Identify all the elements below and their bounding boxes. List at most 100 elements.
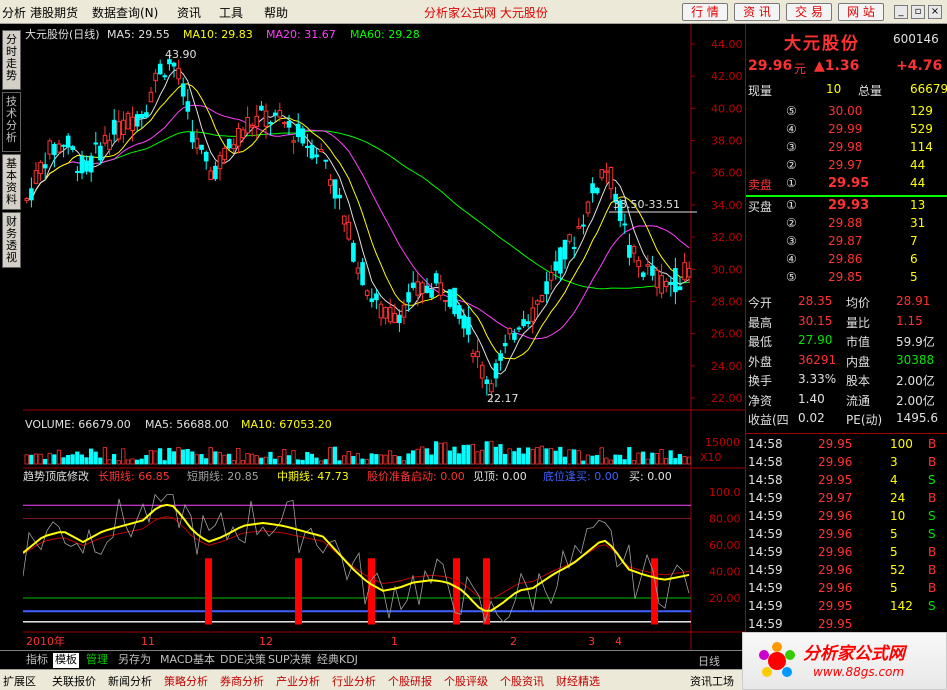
volume-bar bbox=[470, 443, 476, 465]
tab-kdj[interactable]: 经典KDJ bbox=[315, 653, 360, 668]
volume-bar bbox=[121, 448, 126, 465]
tab-macd[interactable]: MACD基本 bbox=[158, 653, 217, 668]
tab-indicator[interactable]: 指标 bbox=[24, 653, 50, 668]
tab-financial[interactable]: 财务透视 bbox=[2, 212, 21, 268]
status-tab-6[interactable]: 行业分析 bbox=[332, 673, 376, 689]
volume-bar bbox=[392, 455, 397, 465]
volume-bar bbox=[217, 452, 222, 465]
quotes-button[interactable]: 行 情 bbox=[682, 3, 728, 21]
menu-analysis[interactable]: 分析 bbox=[2, 4, 26, 21]
tab-manage[interactable]: 管理 bbox=[84, 653, 110, 668]
volume-ma10: MA10: 67053.20 bbox=[241, 418, 332, 431]
bid-level: ③ bbox=[786, 234, 797, 248]
menu-info[interactable]: 资讯 bbox=[177, 4, 201, 21]
volume-bar bbox=[539, 445, 545, 465]
trade-button[interactable]: 交 易 bbox=[786, 3, 832, 21]
news-button[interactable]: 资 讯 bbox=[734, 3, 780, 21]
tick-time: 14:59 bbox=[748, 490, 783, 505]
tick-price: 29.97 bbox=[818, 490, 853, 505]
menu-bar: 分析 港股期货 数据查询(N) 资讯 工具 帮助 分析家公式网 大元股份 行 情… bbox=[0, 0, 947, 24]
status-tab-7[interactable]: 个股研报 bbox=[388, 673, 432, 689]
kline-chart[interactable]: 大元股份(日线) MA5: 29.55 MA10: 29.83 MA20: 31… bbox=[23, 24, 745, 650]
restore-icon[interactable]: ▫ bbox=[911, 5, 925, 19]
tab-sup[interactable]: SUP决策 bbox=[266, 653, 314, 668]
volume-bar bbox=[38, 453, 43, 465]
volume-bar bbox=[595, 455, 600, 465]
tick-volume: 100 bbox=[890, 436, 913, 451]
status-tab-1[interactable]: 关联报价 bbox=[52, 673, 96, 689]
candle-body bbox=[222, 147, 227, 161]
stat-value: 1495.6 bbox=[896, 411, 938, 425]
candle-body bbox=[249, 124, 255, 128]
candle-body bbox=[309, 144, 315, 159]
status-tab-0[interactable]: 扩展区 bbox=[3, 673, 36, 689]
tab-template[interactable]: 模板 bbox=[53, 653, 79, 668]
close-icon[interactable]: × bbox=[928, 5, 942, 19]
volume-bar bbox=[157, 448, 163, 465]
stat-value: 28.35 bbox=[798, 294, 833, 308]
price-axis-label: 40.00 bbox=[711, 102, 743, 115]
volume-bar bbox=[213, 451, 218, 465]
candle-body bbox=[351, 242, 356, 262]
price-axis-label: 44.00 bbox=[711, 38, 743, 51]
candle-body bbox=[277, 110, 283, 118]
price-axis-label: 36.00 bbox=[711, 167, 743, 180]
tab-intraday[interactable]: 分时走势 bbox=[2, 30, 21, 90]
period-label[interactable]: 日线 bbox=[698, 653, 720, 669]
volume-bar bbox=[433, 441, 439, 465]
candle-body bbox=[272, 112, 278, 116]
minimize-icon[interactable]: _ bbox=[894, 5, 908, 19]
volume-bar bbox=[456, 453, 462, 465]
website-button[interactable]: 网 站 bbox=[838, 3, 884, 21]
tick-side: B bbox=[928, 580, 937, 595]
candle-body bbox=[88, 155, 94, 173]
candle-body bbox=[369, 298, 375, 302]
menu-hk-futures[interactable]: 港股期货 bbox=[30, 4, 78, 21]
volume-bar bbox=[604, 457, 609, 465]
status-tab-3[interactable]: 策略分析 bbox=[164, 673, 208, 689]
candle-body bbox=[47, 140, 53, 155]
candle-body bbox=[203, 151, 209, 162]
volume-bar bbox=[93, 451, 98, 465]
candle-body bbox=[346, 221, 352, 240]
tab-dde[interactable]: DDE决策 bbox=[218, 653, 268, 668]
volume-bar bbox=[415, 448, 420, 465]
status-tab-9[interactable]: 个股资讯 bbox=[500, 673, 544, 689]
menu-help[interactable]: 帮助 bbox=[264, 4, 288, 21]
candle-body bbox=[33, 170, 39, 184]
candle-body bbox=[539, 294, 545, 303]
tick-separator bbox=[746, 432, 947, 434]
status-tab-4[interactable]: 券商分析 bbox=[220, 673, 264, 689]
tick-side: S bbox=[928, 598, 936, 613]
status-tab-10[interactable]: 财经精选 bbox=[556, 673, 600, 689]
menu-tools[interactable]: 工具 bbox=[219, 4, 243, 21]
status-tab-8[interactable]: 个股评级 bbox=[444, 673, 488, 689]
volume-bar bbox=[507, 448, 512, 465]
volume-bar bbox=[75, 451, 80, 465]
volume-bar bbox=[631, 460, 637, 465]
ind-mid: 中期线: 47.73 bbox=[277, 469, 349, 483]
candle-body bbox=[562, 239, 568, 260]
status-tab-2[interactable]: 新闻分析 bbox=[108, 673, 152, 689]
window-title: 分析家公式网 大元股份 bbox=[424, 6, 548, 20]
candle-body bbox=[341, 215, 347, 225]
tab-save-as[interactable]: 另存为 bbox=[116, 653, 153, 668]
tab-technical[interactable]: 技术分析 bbox=[2, 92, 21, 152]
candle-body bbox=[677, 286, 683, 291]
indicator-axis-label: 80.00 bbox=[709, 513, 741, 526]
tab-basic-info[interactable]: 基本资料 bbox=[2, 154, 21, 210]
volume-bar bbox=[406, 453, 411, 465]
tick-volume: 142 bbox=[890, 598, 913, 613]
tick-side: B bbox=[928, 490, 937, 505]
menu-data-query[interactable]: 数据查询(N) bbox=[92, 4, 158, 21]
status-tab-5[interactable]: 产业分析 bbox=[276, 673, 320, 689]
ind-signal-bar bbox=[205, 558, 212, 625]
volume-bar bbox=[493, 446, 499, 465]
tick-side: S bbox=[928, 526, 936, 541]
stat-label: 最低 bbox=[748, 335, 773, 349]
candle-body bbox=[107, 139, 112, 150]
candle-body bbox=[443, 299, 448, 303]
candle-body bbox=[240, 129, 246, 139]
volume-bar bbox=[535, 447, 540, 465]
status-tab-11[interactable]: 资讯工场 bbox=[690, 673, 734, 689]
